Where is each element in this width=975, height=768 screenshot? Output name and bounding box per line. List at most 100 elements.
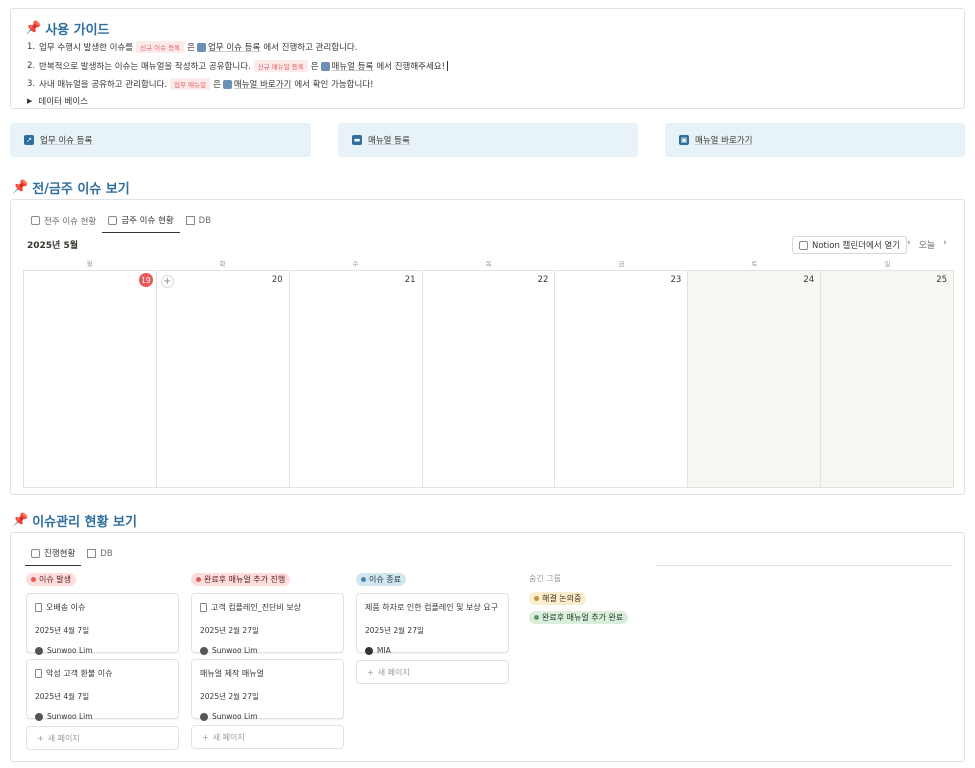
button-label: 매뉴얼 등록 [368,136,410,146]
day-cell[interactable]: 24 [688,271,822,487]
new-page-button[interactable]: + 새 페이지 [356,660,509,684]
status-label: 해결 논의중 [542,594,582,603]
calendar-view-tabs: 전주 이슈 현황 금주 이슈 현황 DB [25,210,217,233]
triangle-right-icon: ▶ [27,97,33,105]
board-card[interactable]: 오배송 이슈 2025년 4월 7일 Sunwoo Lim [26,593,179,655]
tab-label: DB [100,548,113,559]
status-dot [361,577,366,582]
guide-text: 반복적으로 발생하는 이슈는 매뉴얼을 작성하고 공유합니다. [39,62,251,72]
guide-text: 사내 매뉴얼을 공유하고 관리합니다. [39,80,168,90]
table-icon [185,216,195,225]
avatar [200,646,208,655]
plus-icon: + [367,667,374,677]
tab-label: 전주 이슈 현황 [44,216,97,227]
manual-register-button[interactable]: ▬ 매뉴얼 등록 [338,123,638,157]
plus-icon: + [37,733,44,743]
toggle-database[interactable]: ▶ 데이터 베이스 [27,95,88,107]
new-page-button[interactable]: + 새 페이지 [191,725,344,749]
day-cell[interactable]: 19 [24,271,157,487]
guide-text: 에서 진행하고 관리합니다. [263,43,358,53]
arrow-up-right-icon: ↗ [24,135,34,145]
day-number: 22 [537,275,549,285]
page-link-icon [196,42,206,52]
issue-register-button[interactable]: ↗ 업무 이슈 등록 [10,123,311,157]
hidden-group-item[interactable]: 완료후 매뉴얼 추가 완료 [529,611,629,624]
board-view: 진행현황 DB 이슈 발생 오배송 이슈 2025년 4월 7일 Sunwoo … [10,532,965,762]
weekday-label: 수 [352,260,359,268]
pin-icon: 📌 [12,180,29,195]
manual-shortcut-button[interactable]: ▣ 매뉴얼 바로가기 [665,123,965,157]
day-cell[interactable]: 22 [423,271,556,487]
board-column: 완료후 매뉴얼 추가 진행 고객 컴플레인_진단비 보상 2025년 2월 27… [191,573,344,749]
chevron-left-icon[interactable]: ‹ [907,238,911,251]
tab-db[interactable]: DB [180,210,217,233]
add-icon[interactable]: + [160,275,174,288]
new-page-button[interactable]: + 새 페이지 [26,726,179,750]
list-number: 3. [27,79,36,89]
open-notion-calendar-button[interactable]: Notion 캘린더에서 열기 [792,236,907,254]
card-user: Sunwoo Lim [212,712,258,721]
calendar-icon [31,216,40,225]
board-card[interactable]: 매뉴얼 제작 매뉴얼 2025년 2월 27일 Sunwoo Lim [191,659,344,721]
board-column: 이슈 종료 제품 하자로 인한 컴플레인 및 보상 요구 2025년 2월 27… [356,573,509,684]
button-label: 매뉴얼 바로가기 [695,136,753,146]
document-icon [200,603,207,612]
day-number: 25 [936,275,948,285]
guide-line-3: 3. 사내 매뉴얼을 공유하고 관리합니다. 업무 매뉴얼 은 매뉴얼 바로가기… [27,78,374,90]
briefcase-icon: ▣ [679,135,689,145]
weekday-label: 목 [485,260,492,268]
hidden-groups-title: 숨긴 그룹 [529,574,561,583]
page-link-icon [222,79,232,89]
board-card[interactable]: 제품 하자로 인한 컴플레인 및 보상 요구 2025년 2월 27일 MIA [356,593,509,655]
weekday-label: 금 [618,260,625,268]
inline-tag: 신규 이슈 등록 [136,41,185,53]
guide-link-shortcut[interactable]: 매뉴얼 바로가기 [234,78,291,90]
calendar-heading-text: 전/금주 이슈 보기 [32,182,130,197]
button-label: 업무 이슈 등록 [40,136,93,146]
day-number: 24 [803,275,815,285]
divider [656,565,952,566]
button-label: 새 페이지 [212,732,245,742]
document-icon [35,603,42,612]
today-button[interactable]: 오늘 [919,238,936,251]
pin-icon: 📌 [12,513,29,528]
guide-text: 은 [187,43,195,53]
day-cell[interactable]: + 20 [157,271,290,487]
day-cell[interactable]: 23 [555,271,689,487]
board-heading-text: 이슈관리 현황 보기 [32,515,137,530]
day-cell[interactable]: 25 [821,271,954,487]
board-card[interactable]: 고객 컴플레인_진단비 보상 2025년 2월 27일 Sunwoo Lim [191,593,344,655]
guide-text: 은 [310,62,319,72]
guide-box: 📌 사용 가이드 1. 업무 수행시 발생한 이슈를 신규 이슈 등록 은 업무… [10,8,965,109]
inline-tag: 업무 매뉴얼 [170,78,211,90]
tab-this-week[interactable]: 금주 이슈 현황 [102,210,180,233]
hidden-groups: 숨긴 그룹 해결 논의중 완료후 매뉴얼 추가 완료 [529,573,659,624]
card-title: 악성 고객 환불 이슈 [46,669,113,678]
guide-link-manual[interactable]: 매뉴얼 등록 [332,60,374,72]
month-label: 2025년 5월 [27,241,79,251]
tab-progress[interactable]: 진행현황 [25,543,82,566]
guide-link-issue[interactable]: 업무 이슈 등록 [208,41,260,53]
guide-text: 업무 수행시 발생한 이슈를 [39,43,134,53]
card-title: 매뉴얼 제작 매뉴얼 [200,669,264,678]
card-date: 2025년 2월 27일 [365,626,424,635]
document-icon [35,669,42,678]
day-cell[interactable]: 21 [290,271,423,487]
board-card[interactable]: 악성 고객 환불 이슈 2025년 4월 7일 Sunwoo Lim [26,659,179,721]
list-number: 1. [27,42,36,52]
status-badge: 이슈 발생 [26,573,76,586]
status-dot [31,577,36,582]
button-label: Notion 캘린더에서 열기 [812,241,900,251]
weekday-label: 토 [751,260,758,268]
hidden-group-item[interactable]: 해결 논의중 [529,592,587,605]
tab-last-week[interactable]: 전주 이슈 현황 [25,210,102,233]
board-icon [31,548,40,558]
tab-db[interactable]: DB [81,543,118,566]
calendar-view: 전주 이슈 현황 금주 이슈 현황 DB 2025년 5월 Notion 캘린더… [10,199,965,495]
chevron-right-icon[interactable]: › [943,238,947,251]
button-label: 새 페이지 [47,733,80,743]
status-badge: 이슈 종료 [356,573,406,586]
avatar [365,646,373,655]
list-number: 2. [27,61,36,71]
guide-text: 에서 진행해주세요! [376,62,446,72]
